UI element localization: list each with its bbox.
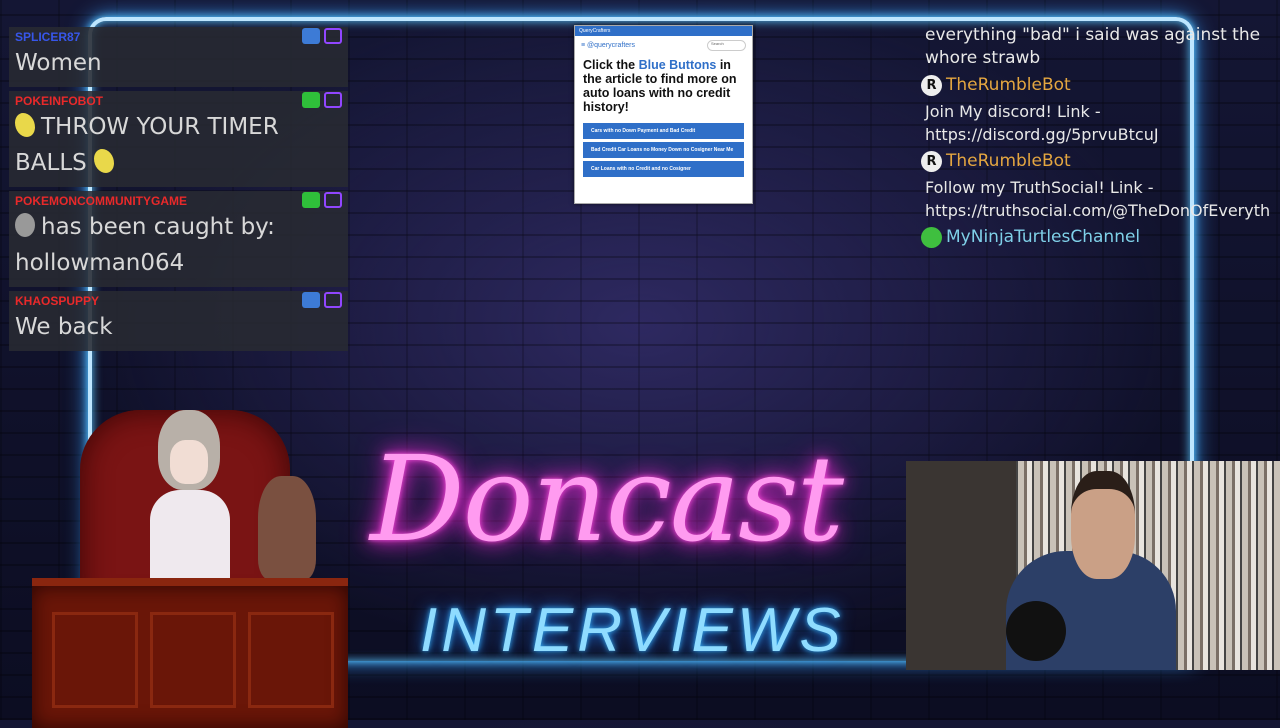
chat-username: POKEMONCOMMUNITYGAME <box>15 194 187 208</box>
ad-brand: @querycrafters <box>587 41 635 49</box>
chat-message: POKEMONCOMMUNITYGAME has been caught by:… <box>9 191 348 287</box>
ad-headline-blue: Blue Buttons <box>638 58 717 72</box>
right-chat-overlay: everything "bad" i said was against the … <box>921 24 1280 252</box>
webcam-feed <box>906 461 1280 670</box>
chat-text: We back <box>15 314 113 340</box>
chat-text: THROW YOUR TIMER BALLS <box>15 114 279 176</box>
chat-text: Follow my TruthSocial! Link - <box>925 178 1154 197</box>
vtuber-avatar <box>150 410 230 580</box>
chat-link[interactable]: https://discord.gg/5prvuBtcuJ <box>921 123 1280 146</box>
chat-username: SPLICER87 <box>15 30 81 44</box>
crown-icon <box>302 292 320 308</box>
wooden-desk <box>32 578 348 728</box>
chat-message: POKEINFOBOT THROW YOUR TIMER BALLS <box>9 91 348 187</box>
chat-username: KHAOSPUPPY <box>15 294 100 308</box>
ad-headline-pre: Click the <box>583 58 639 72</box>
sword-icon <box>302 192 320 208</box>
chat-username: TheRumbleBot <box>946 151 1071 171</box>
chat-text: has been caught by: hollowman064 <box>15 214 275 276</box>
chat-link[interactable]: https://truthsocial.com/@TheDonOfEveryth <box>921 199 1280 222</box>
chat-text: whore strawb <box>925 48 1041 68</box>
ad-link-button[interactable]: Car Loans with no Credit and no Cosigner <box>583 161 744 177</box>
crown-icon <box>302 28 320 44</box>
twitch-icon <box>324 92 342 108</box>
ad-popup[interactable]: QueryCrafters ≡ @querycrafters Search Cl… <box>574 25 753 204</box>
show-logo-script: Doncast <box>370 430 844 568</box>
chat-username: TheRumbleBot <box>946 75 1071 95</box>
chat-text: Women <box>15 50 102 76</box>
emote-icon <box>94 149 115 173</box>
ad-window-title: QueryCrafters <box>575 26 752 36</box>
show-logo-subtitle: INTERVIEWS <box>420 596 845 665</box>
emote-icon <box>15 113 35 137</box>
twitch-icon <box>324 28 342 44</box>
chat-text: Join My discord! Link - <box>925 102 1101 121</box>
ad-headline: Click the Blue Buttons in the article to… <box>575 54 752 120</box>
twitch-icon <box>324 192 342 208</box>
dog-avatar <box>258 476 316 580</box>
ad-link-button[interactable]: Cars with no Down Payment and Bad Credit <box>583 123 744 139</box>
rumble-icon: R <box>921 150 942 172</box>
chat-message: SPLICER87 Women <box>9 27 348 87</box>
chat-username: POKEINFOBOT <box>15 94 104 108</box>
chat-username: MyNinjaTurtlesChannel <box>946 227 1141 247</box>
left-chat-overlay: SPLICER87 Women POKEINFOBOT THROW YOUR T… <box>9 27 348 355</box>
chat-message: KHAOSPUPPY We back <box>9 291 348 351</box>
rumble-icon: R <box>921 74 942 96</box>
ad-link-button[interactable]: Bad Credit Car Loans no Money Down no Co… <box>583 142 744 158</box>
sword-icon <box>302 92 320 108</box>
turtle-avatar-icon <box>921 226 942 248</box>
pokemon-emote-icon <box>15 213 35 237</box>
chat-text: everything "bad" i said was against the <box>925 25 1261 45</box>
ad-search-input[interactable]: Search <box>707 39 746 51</box>
twitch-icon <box>324 292 342 308</box>
